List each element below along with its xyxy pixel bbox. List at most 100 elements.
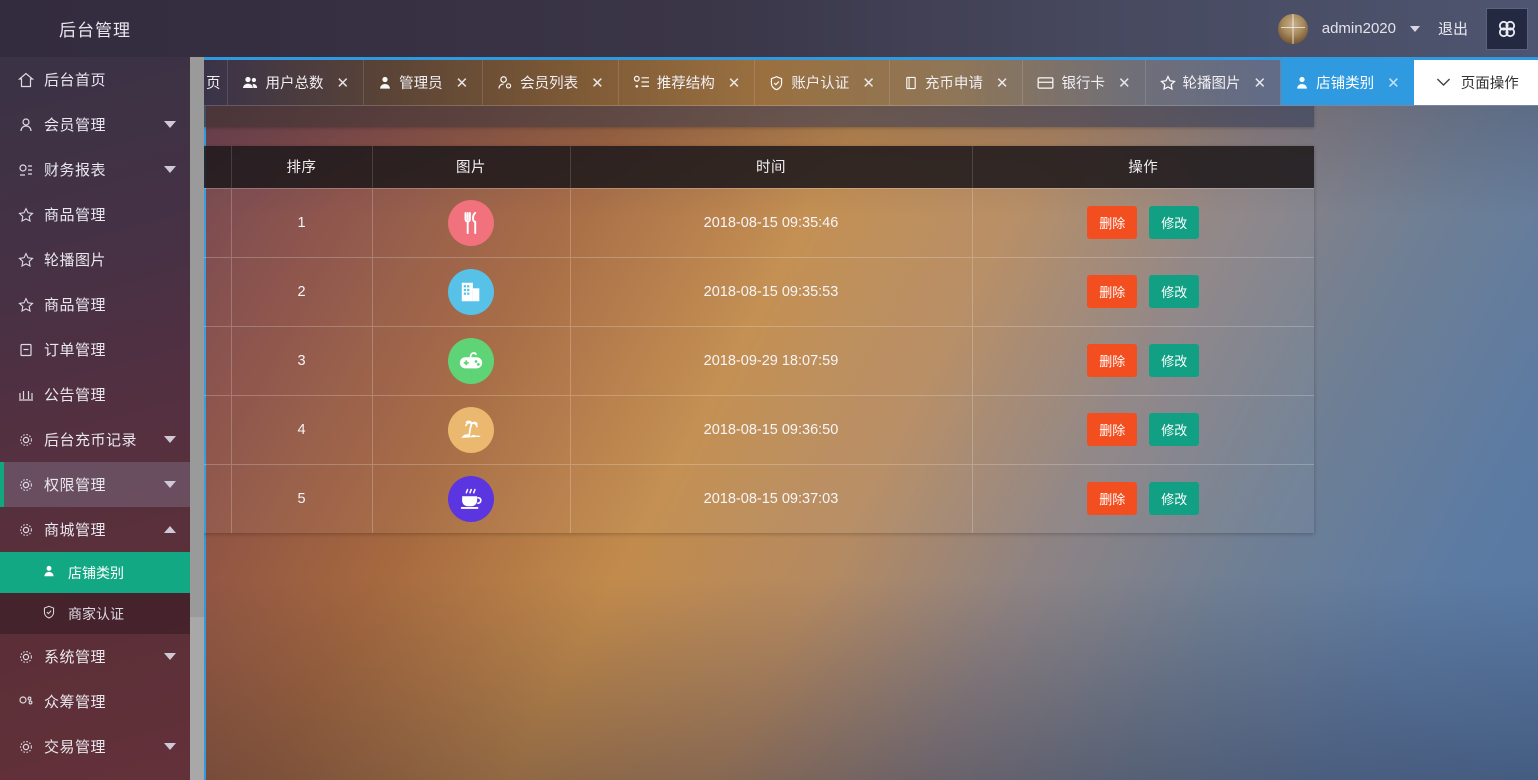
clover-logo-icon[interactable] — [1486, 8, 1528, 50]
gear-icon — [18, 739, 40, 755]
sidebar-item-label: 财务报表 — [44, 159, 106, 180]
top-header-bar: 后台管理 admin2020 退出 — [0, 0, 1538, 57]
logout-button[interactable]: 退出 — [1434, 18, 1472, 39]
coffee-cup-icon — [448, 476, 494, 522]
tab-label: 充币申请 — [925, 72, 983, 93]
sidebar-item-product-mgmt-2[interactable]: 商品管理 — [0, 282, 190, 327]
sidebar-item-label: 商品管理 — [44, 204, 106, 225]
tab-shop-category[interactable]: 店铺类别 ✕ — [1281, 60, 1414, 105]
table-row: Enjoy 3 2018-09-29 18:07:59 — [19, 326, 1314, 395]
chevron-down-icon[interactable] — [1410, 26, 1420, 32]
shop-category-table: 店铺类别 排序 图片 时间 操作 Food 1 2018-08-15 09:35… — [19, 146, 1314, 533]
sidebar-item-merchant-auth[interactable]: 商家认证 — [0, 593, 190, 634]
chevron-down-icon[interactable] — [164, 653, 176, 660]
delete-button[interactable]: 删除 — [1087, 206, 1137, 239]
sidebar-item-system-mgmt[interactable]: 系统管理 — [0, 634, 190, 679]
tab-label: 店铺类别 — [1316, 72, 1374, 93]
cell-actions: 删除 修改 — [972, 464, 1314, 533]
sidebar-item-carousel-images[interactable]: 轮播图片 — [0, 237, 190, 282]
tab-account-verification[interactable]: 账户认证 ✕ — [755, 60, 890, 105]
clipboard-icon — [18, 342, 40, 358]
sidebar-item-recharge-records[interactable]: 后台充币记录 — [0, 417, 190, 462]
sidebar-item-product-mgmt-1[interactable]: 商品管理 — [0, 192, 190, 237]
chevron-down-icon[interactable] — [164, 436, 176, 443]
tab-bank-card[interactable]: 银行卡 ✕ — [1023, 60, 1145, 105]
cell-time: 2018-08-15 09:37:03 — [570, 464, 972, 533]
sidebar-item-shop-category[interactable]: 店铺类别 — [0, 552, 190, 593]
sidebar-item-finance-report[interactable]: 财务报表 — [0, 147, 190, 192]
tab-label: 推荐结构 — [657, 72, 715, 93]
tab-partial-home[interactable]: 页 — [204, 60, 228, 105]
chevron-down-icon[interactable] — [164, 166, 176, 173]
tab-referral-structure[interactable]: 推荐结构 ✕ — [619, 60, 756, 105]
cell-image — [372, 326, 570, 395]
column-header-time: 时间 — [570, 146, 972, 188]
home-icon — [18, 72, 40, 88]
palm-beach-icon — [448, 407, 494, 453]
close-icon[interactable]: ✕ — [996, 74, 1009, 92]
edit-button[interactable]: 修改 — [1149, 413, 1199, 446]
sidebar-item-member-mgmt[interactable]: 会员管理 — [0, 102, 190, 147]
close-icon[interactable]: ✕ — [728, 74, 741, 92]
edit-button[interactable]: 修改 — [1149, 206, 1199, 239]
sidebar-item-label: 商品管理 — [44, 294, 106, 315]
tab-administrator[interactable]: 管理员 ✕ — [364, 60, 483, 105]
page-operations-dropdown[interactable]: 页面操作 — [1414, 60, 1538, 105]
sidebar-scrollbar[interactable] — [190, 57, 204, 780]
header-right-controls: admin2020 退出 — [1278, 0, 1538, 57]
edit-button[interactable]: 修改 — [1149, 275, 1199, 308]
sidebar-item-announcement-mgmt[interactable]: 公告管理 — [0, 372, 190, 417]
edit-button[interactable]: 修改 — [1149, 482, 1199, 515]
column-header-image: 图片 — [372, 146, 570, 188]
cell-image — [372, 188, 570, 257]
close-icon[interactable]: ✕ — [456, 74, 469, 92]
cell-actions: 删除 修改 — [972, 395, 1314, 464]
sidebar-item-dashboard[interactable]: 后台首页 — [0, 57, 190, 102]
close-icon[interactable]: ✕ — [1118, 74, 1131, 92]
tab-total-users[interactable]: 用户总数 ✕ — [228, 60, 365, 105]
scrollbar-thumb[interactable] — [190, 57, 204, 617]
cell-time: 2018-08-15 09:36:50 — [570, 395, 972, 464]
cell-image — [372, 257, 570, 326]
cell-time: 2018-09-29 18:07:59 — [570, 326, 972, 395]
users-icon — [242, 75, 259, 90]
chevron-down-icon[interactable] — [164, 481, 176, 488]
close-icon[interactable]: ✕ — [1254, 74, 1267, 92]
member-icon — [497, 75, 513, 90]
tab-recharge-request[interactable]: 充币申请 ✕ — [890, 60, 1024, 105]
cell-order: 3 — [231, 326, 372, 395]
sidebar-item-transaction-mgmt[interactable]: 交易管理 — [0, 724, 190, 769]
close-icon[interactable]: ✕ — [591, 74, 604, 92]
gamepad-icon — [448, 338, 494, 384]
close-icon[interactable]: ✕ — [862, 74, 875, 92]
delete-button[interactable]: 删除 — [1087, 344, 1137, 377]
chevron-down-icon[interactable] — [164, 743, 176, 750]
gear-icon — [18, 649, 40, 665]
cell-actions: 删除 修改 — [972, 188, 1314, 257]
sidebar-item-label: 众筹管理 — [44, 691, 106, 712]
close-icon[interactable]: ✕ — [337, 74, 350, 92]
tab-label: 会员列表 — [520, 72, 578, 93]
delete-button[interactable]: 删除 — [1087, 275, 1137, 308]
sidebar-item-order-mgmt[interactable]: 订单管理 — [0, 327, 190, 372]
close-icon[interactable]: ✕ — [1387, 74, 1400, 92]
delete-button[interactable]: 删除 — [1087, 482, 1137, 515]
avatar[interactable] — [1278, 14, 1308, 44]
sidebar-item-permission-mgmt[interactable]: 权限管理 — [0, 462, 190, 507]
sidebar-subitem-label: 店铺类别 — [68, 563, 124, 583]
tab-carousel-images[interactable]: 轮播图片 ✕ — [1146, 60, 1282, 105]
chevron-up-icon[interactable] — [164, 526, 176, 533]
sidebar-item-crowdfunding-mgmt[interactable]: 众筹管理 — [0, 679, 190, 724]
delete-button[interactable]: 删除 — [1087, 413, 1137, 446]
cell-image — [372, 395, 570, 464]
column-header-actions: 操作 — [972, 146, 1314, 188]
edit-button[interactable]: 修改 — [1149, 344, 1199, 377]
sidebar-item-label: 权限管理 — [44, 474, 106, 495]
book-icon — [904, 75, 918, 91]
sidebar-item-mall-mgmt[interactable]: 商城管理 — [0, 507, 190, 552]
chevron-down-icon[interactable] — [164, 121, 176, 128]
sidebar-item-label: 会员管理 — [44, 114, 106, 135]
username-label[interactable]: admin2020 — [1322, 20, 1396, 37]
tab-label: 轮播图片 — [1183, 72, 1241, 93]
tab-member-list[interactable]: 会员列表 ✕ — [483, 60, 619, 105]
